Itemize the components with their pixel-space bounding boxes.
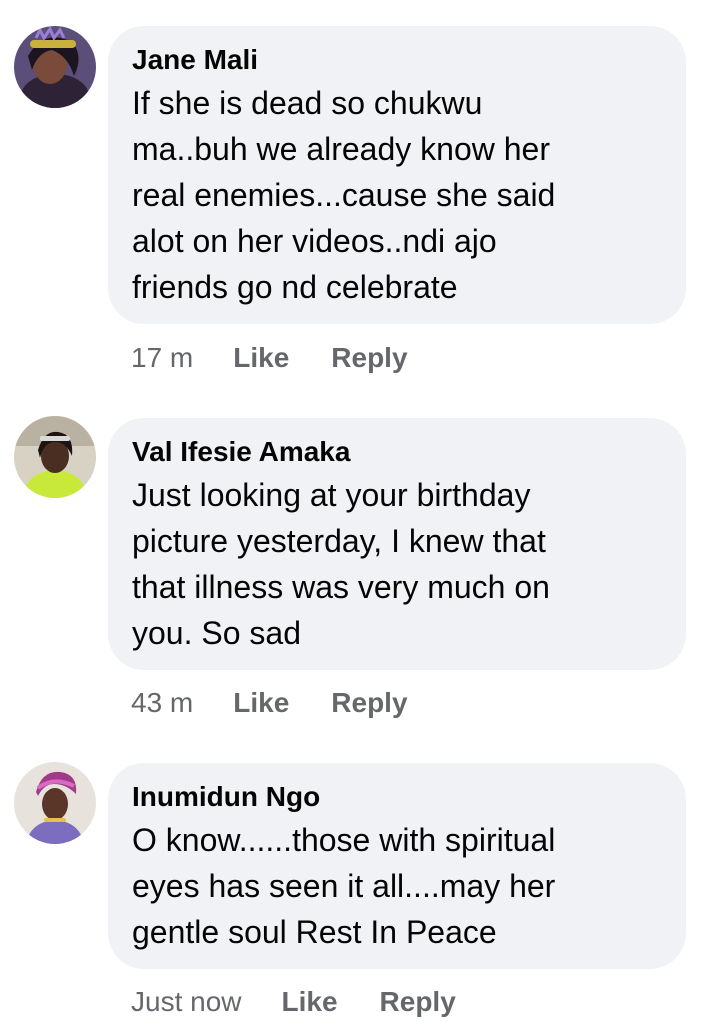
avatar[interactable] [14, 26, 96, 108]
comment-text-line: O know......those with spiritual [132, 822, 556, 858]
comment-text-line: If she is dead so chukwu [132, 85, 483, 121]
comment-author[interactable]: Inumidun Ngo [132, 777, 662, 817]
comment-text-line: ma..buh we already know her [132, 131, 550, 167]
comment-actions: 17 m Like Reply [131, 338, 408, 378]
comment-text-line: you. So sad [132, 615, 301, 651]
comment-timestamp[interactable]: 43 m [131, 687, 193, 719]
avatar[interactable] [14, 762, 96, 844]
comment-text-line: friends go nd celebrate [132, 269, 458, 305]
profile-photo-icon [14, 416, 96, 498]
comment-text-line: that illness was very much on [132, 569, 550, 605]
comment-bubble: Val Ifesie Amaka Just looking at your bi… [108, 418, 686, 670]
comment-text-line: alot on her videos..ndi ajo [132, 223, 497, 259]
comment-bubble: Inumidun Ngo O know......those with spir… [108, 763, 686, 969]
comment-timestamp[interactable]: Just now [131, 986, 242, 1018]
profile-photo-icon [14, 26, 96, 108]
reply-button[interactable]: Reply [380, 986, 456, 1018]
comment-text-line: eyes has seen it all....may her [132, 868, 556, 904]
comment-bubble: Jane Mali If she is dead so chukwu ma..b… [108, 26, 686, 324]
profile-photo-icon [14, 762, 96, 844]
like-button[interactable]: Like [282, 986, 338, 1018]
comment-text-line: Just looking at your birthday [132, 477, 531, 513]
reply-button[interactable]: Reply [331, 342, 407, 374]
comment-text-line: gentle soul Rest In Peace [132, 914, 497, 950]
comment-actions: Just now Like Reply [131, 982, 456, 1022]
comment-text-line: real enemies...cause she said [132, 177, 556, 213]
like-button[interactable]: Like [233, 342, 289, 374]
comment-timestamp[interactable]: 17 m [131, 342, 193, 374]
avatar[interactable] [14, 416, 96, 498]
comment-author[interactable]: Val Ifesie Amaka [132, 432, 662, 472]
comment-author[interactable]: Jane Mali [132, 40, 662, 80]
like-button[interactable]: Like [233, 687, 289, 719]
comment-text-line: picture yesterday, I knew that [132, 523, 546, 559]
reply-button[interactable]: Reply [331, 687, 407, 719]
comment-actions: 43 m Like Reply [131, 683, 408, 723]
